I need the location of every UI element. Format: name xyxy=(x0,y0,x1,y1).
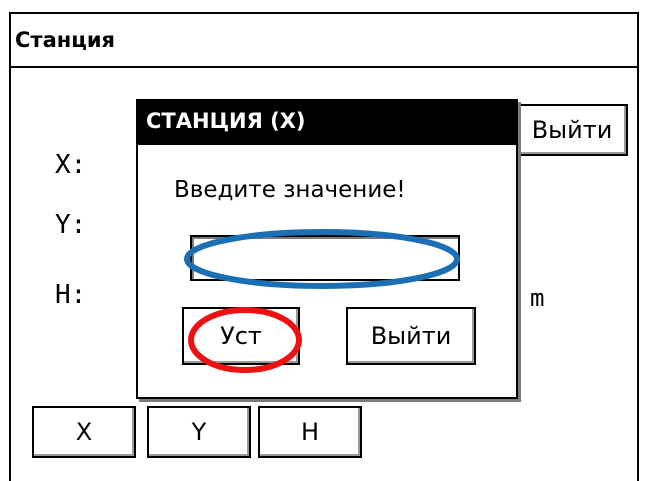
value-input[interactable] xyxy=(190,235,460,281)
dialog-title: СТАНЦИЯ (X) xyxy=(146,109,306,133)
x-button[interactable]: X xyxy=(32,406,136,458)
h-label: H: xyxy=(55,280,87,310)
title-bar: Станция xyxy=(11,14,637,68)
unit-label: m xyxy=(530,284,545,312)
x-label: X: xyxy=(55,150,87,180)
value-dialog: СТАНЦИЯ (X) Введите значение! Уст Выйти xyxy=(136,99,518,399)
y-button[interactable]: Y xyxy=(147,406,251,458)
y-label: Y: xyxy=(55,210,87,240)
dialog-prompt: Введите значение! xyxy=(174,177,406,203)
h-button[interactable]: H xyxy=(258,406,362,458)
dialog-exit-button[interactable]: Выйти xyxy=(346,307,476,365)
exit-button[interactable]: Выйти xyxy=(516,104,628,156)
window-title: Станция xyxy=(15,28,116,52)
set-button[interactable]: Уст xyxy=(182,307,300,365)
dialog-title-bar: СТАНЦИЯ (X) xyxy=(138,101,516,145)
